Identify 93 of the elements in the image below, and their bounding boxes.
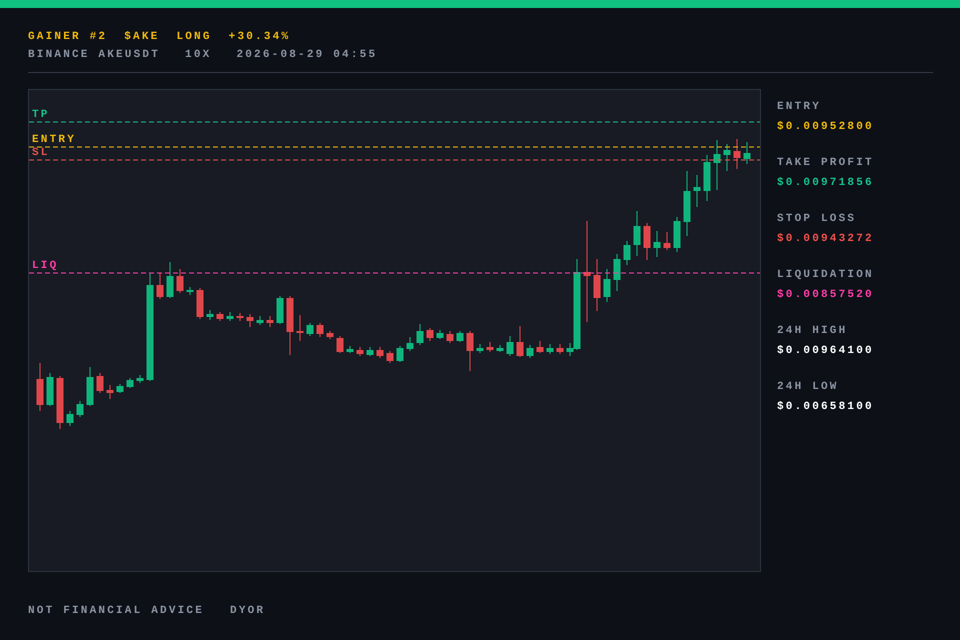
- candlestick: [614, 254, 620, 292]
- stat-value: $0.00658100: [777, 400, 874, 414]
- candlestick: [276, 296, 284, 324]
- candlestick: [506, 336, 514, 356]
- candlestick: [396, 346, 404, 362]
- candlestick: [376, 346, 384, 358]
- candlestick: [106, 384, 114, 400]
- candlestick: [316, 322, 324, 338]
- candlestick: [176, 268, 184, 294]
- candlestick: [236, 312, 244, 322]
- candlestick: [336, 336, 344, 354]
- candlestick: [644, 222, 650, 260]
- signal-title-text: $AKE: [124, 30, 160, 44]
- candlestick: [496, 344, 504, 352]
- candlestick: [306, 322, 314, 336]
- candlestick: [526, 344, 534, 358]
- candlestick: [556, 344, 564, 354]
- candlestick: [166, 262, 174, 298]
- stat-label: 24H LOW: [777, 380, 840, 394]
- signal-title-text: LONG: [176, 30, 212, 44]
- candlestick: [226, 312, 234, 322]
- disclaimer-text: NOT FINANCIAL ADVICE: [28, 604, 204, 618]
- candlestick: [286, 296, 294, 356]
- stat-value: $0.00943272: [777, 232, 874, 246]
- candlestick: [426, 328, 434, 342]
- candlestick: [436, 330, 444, 340]
- candlestick: [256, 316, 264, 326]
- stat-label: STOP LOSS: [777, 212, 858, 226]
- stat-value: $0.00964100: [777, 344, 874, 358]
- stat-label: ENTRY: [777, 100, 822, 114]
- signal-info-text: BINANCE AKEUSDT: [28, 48, 160, 62]
- candlestick: [536, 340, 544, 354]
- candlestick: [36, 362, 44, 412]
- stat-label: LIQUIDATION: [777, 268, 874, 282]
- candlestick: [486, 342, 494, 352]
- candlestick: [246, 314, 254, 328]
- candlestick: [604, 268, 610, 302]
- candlestick: [734, 138, 740, 170]
- candlestick: [476, 344, 484, 354]
- candlestick: [516, 326, 524, 358]
- candlestick: [724, 144, 730, 172]
- candlestick: [466, 330, 474, 372]
- candlestick: [446, 330, 454, 344]
- candlestick: [76, 400, 84, 418]
- candlestick: [136, 374, 144, 384]
- candlestick: [196, 288, 204, 320]
- candlestick: [714, 140, 720, 190]
- stat-value: $0.00971856: [777, 176, 874, 190]
- candlestick: [416, 324, 424, 346]
- candlestick: [406, 336, 414, 352]
- candlestick: [624, 240, 630, 266]
- price-level-label: TP: [32, 109, 50, 121]
- candlestick: [266, 316, 274, 328]
- signal-info-text: 10X: [185, 48, 212, 62]
- candlestick: [296, 314, 304, 342]
- price-level-label: ENTRY: [32, 134, 76, 146]
- candlestick: [744, 142, 750, 164]
- candlestick: [674, 216, 680, 252]
- candlestick: [634, 210, 640, 256]
- candlestick: [86, 366, 94, 406]
- candlestick: [594, 258, 600, 312]
- candlestick: [126, 378, 134, 388]
- price-level-label: LIQ: [32, 260, 58, 272]
- stat-value: $0.00952800: [777, 120, 874, 134]
- candlestick: [116, 384, 124, 394]
- signal-title-text: GAINER #2: [28, 30, 108, 44]
- stat-value: $0.00857520: [777, 288, 874, 302]
- stat-label: TAKE PROFIT: [777, 156, 874, 170]
- disclaimer-text: DYOR: [230, 604, 266, 618]
- candlestick: [704, 154, 710, 202]
- candlestick: [654, 230, 660, 258]
- candlestick: [456, 330, 464, 342]
- candlestick: [56, 376, 64, 430]
- candlestick: [186, 286, 194, 296]
- price-level-label: SL: [32, 147, 50, 159]
- signal-title-text: +30.34%: [228, 30, 290, 44]
- candlestick: [546, 344, 554, 354]
- candlestick: [684, 170, 690, 236]
- signal-info-text: 2026-08-29 04:55: [236, 48, 378, 62]
- candlestick: [206, 310, 214, 320]
- candlestick: [96, 372, 104, 394]
- candlestick: [386, 350, 394, 364]
- candlestick: [46, 372, 54, 406]
- candlestick: [66, 410, 74, 426]
- stat-label: 24H HIGH: [777, 324, 848, 338]
- candlestick: [356, 346, 364, 356]
- candlestick: [366, 346, 374, 356]
- candlestick: [664, 232, 670, 250]
- candlestick: [346, 346, 354, 354]
- candlestick: [216, 312, 224, 322]
- candlestick: [156, 272, 164, 300]
- candlestick: [326, 330, 334, 340]
- candlestick: [694, 174, 700, 208]
